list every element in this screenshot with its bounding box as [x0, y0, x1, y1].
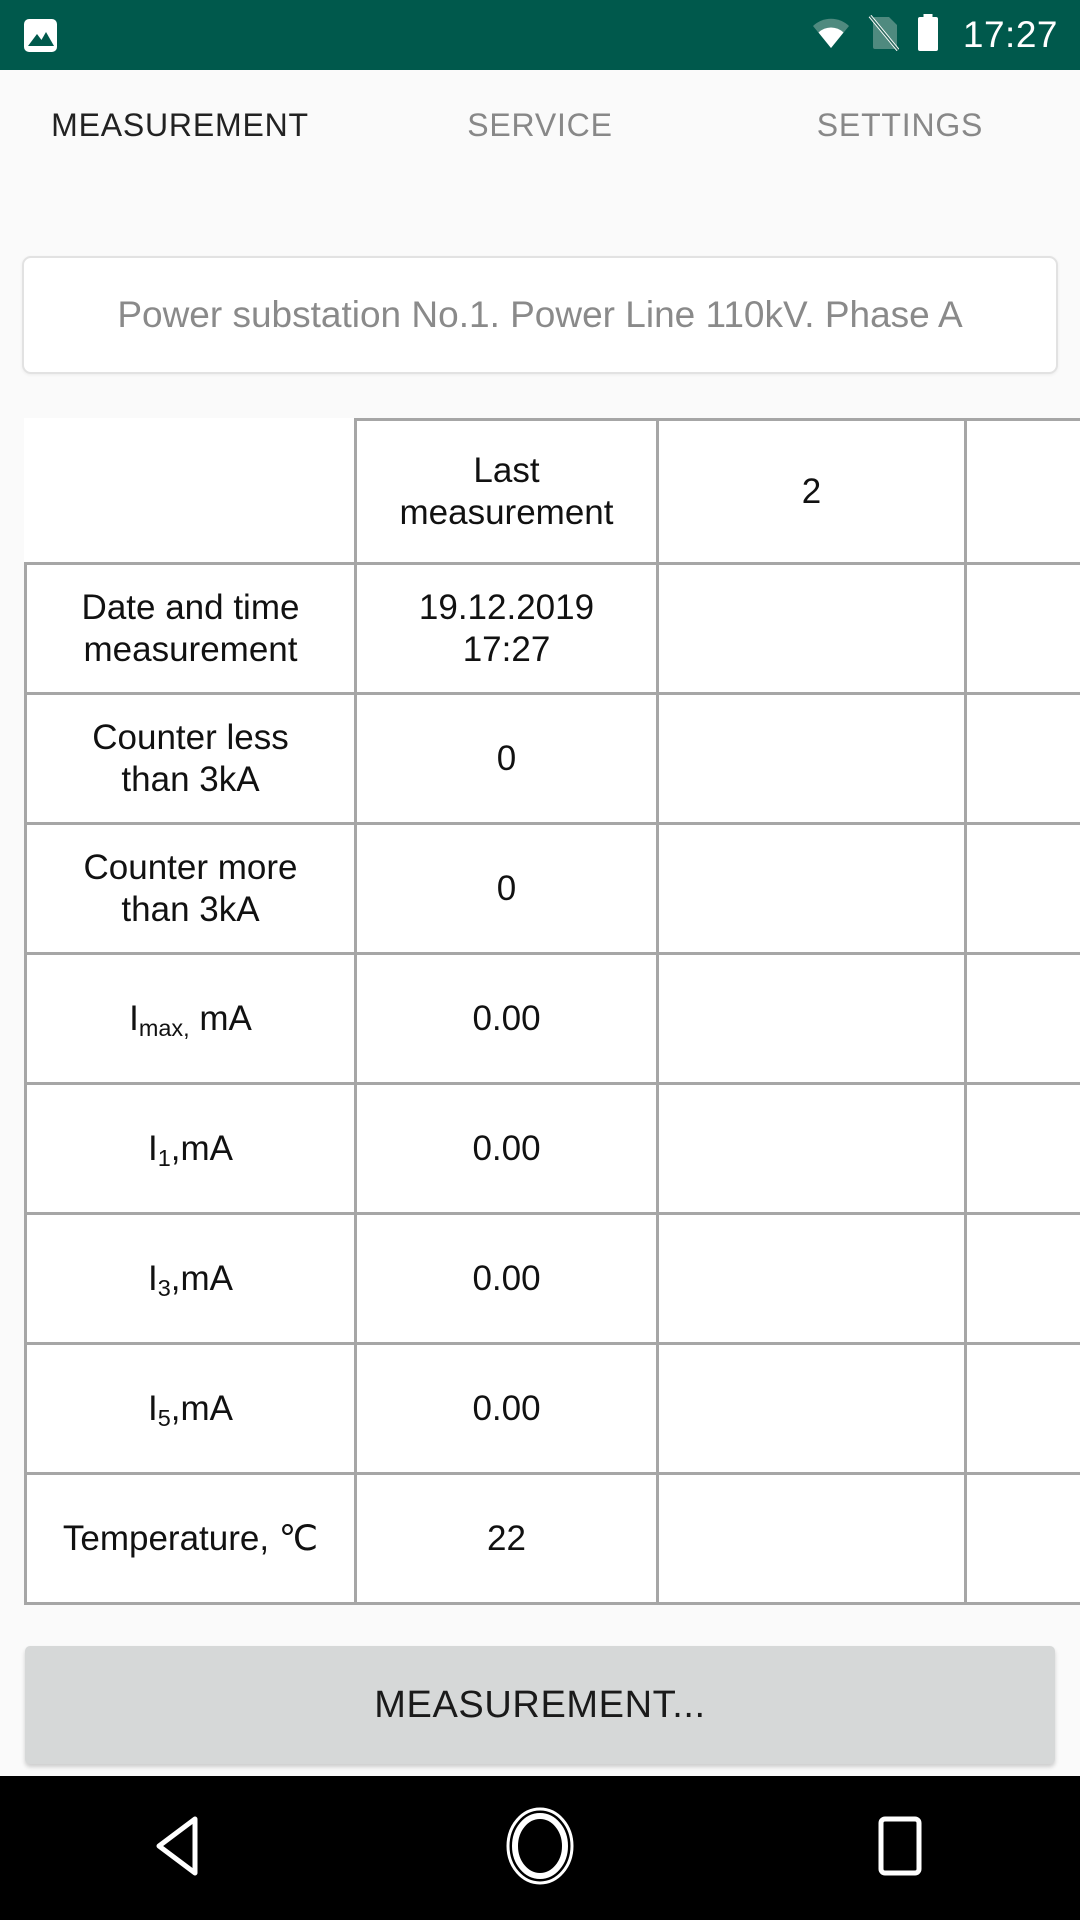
app-screen: 17:27 MEASUREMENT SERVICE SETTINGS Power… [0, 0, 1080, 1920]
status-bar: 17:27 [0, 0, 1080, 70]
row-value-col2 [656, 1342, 967, 1475]
header-cell-last-measurement: Last measurement [354, 418, 659, 565]
status-bar-notifications [24, 18, 57, 52]
home-circle-icon [500, 1802, 580, 1895]
wifi-icon [811, 17, 851, 54]
row-value-col3 [964, 562, 1080, 695]
recents-square-icon [872, 1814, 928, 1883]
row-label: Imax, mA [24, 952, 357, 1085]
android-navigation-bar [0, 1776, 1080, 1920]
tab-settings[interactable]: SETTINGS [720, 107, 1080, 144]
table-row: Temperature, ℃ 22 [24, 1472, 1080, 1605]
row-label: I3,mA [24, 1212, 357, 1345]
status-bar-clock: 17:27 [962, 14, 1058, 55]
table-row: Counter more than 3kA 0 [24, 822, 1080, 955]
row-value-col2 [656, 1212, 967, 1345]
row-value-last: 0.00 [354, 1082, 659, 1215]
tab-service[interactable]: SERVICE [360, 107, 720, 144]
battery-icon [915, 13, 941, 57]
row-value-col3 [964, 1082, 1080, 1215]
row-value-col3 [964, 1472, 1080, 1605]
nav-recents-button[interactable] [720, 1776, 1080, 1920]
nav-home-button[interactable] [360, 1776, 720, 1920]
row-value-col3 [964, 692, 1080, 825]
row-value-col2 [656, 692, 967, 825]
row-value-last: 0.00 [354, 1342, 659, 1475]
row-label: Date and time measurement [24, 562, 357, 695]
measurement-table: Last measurement 2 Date and time measurem… [24, 418, 1080, 1605]
back-triangle-icon [151, 1814, 209, 1883]
table-row: Counter less than 3kA 0 [24, 692, 1080, 825]
row-value-last: 22 [354, 1472, 659, 1605]
row-value-col3 [964, 1342, 1080, 1475]
row-label: Counter more than 3kA [24, 822, 357, 955]
measurement-button[interactable]: MEASUREMENT... [25, 1646, 1055, 1764]
table-row: I3,mA 0.00 [24, 1212, 1080, 1345]
row-value-col3 [964, 952, 1080, 1085]
row-value-last: 0 [354, 822, 659, 955]
measurement-table-container: Last measurement 2 Date and time measurem… [24, 418, 1080, 1605]
row-value-col2 [656, 822, 967, 955]
header-cell-blank [25, 419, 357, 565]
row-value-last: 0.00 [354, 952, 659, 1085]
table-row: I5,mA 0.00 [24, 1342, 1080, 1475]
row-value-col2 [656, 1472, 967, 1605]
tab-measurement[interactable]: MEASUREMENT [0, 107, 360, 144]
row-label: Temperature, ℃ [24, 1472, 357, 1605]
table-header-row: Last measurement 2 [25, 418, 1080, 565]
nav-back-button[interactable] [0, 1776, 360, 1920]
row-value-col2 [656, 952, 967, 1085]
row-value-col2 [656, 562, 967, 695]
row-label: Counter less than 3kA [24, 692, 357, 825]
image-icon [24, 18, 57, 52]
object-name-input[interactable]: Power substation No.1. Power Line 110kV.… [22, 256, 1058, 374]
row-value-last: 0.00 [354, 1212, 659, 1345]
header-cell-column-3 [964, 418, 1080, 565]
table-row: I1,mA 0.00 [24, 1082, 1080, 1215]
row-value-col3 [964, 822, 1080, 955]
row-value-last: 19.12.2019 17:27 [354, 562, 659, 695]
table-row: Imax, mA 0.00 [24, 952, 1080, 1085]
row-label: I5,mA [24, 1342, 357, 1475]
no-sim-icon [867, 14, 900, 56]
header-cell-column-2: 2 [656, 418, 967, 565]
row-value-col3 [964, 1212, 1080, 1345]
row-value-last: 0 [354, 692, 659, 825]
table-row: Date and time measurement 19.12.2019 17:27 [24, 562, 1080, 695]
row-value-col2 [656, 1082, 967, 1215]
status-bar-system-icons: 17:27 [811, 13, 1058, 57]
row-label: I1,mA [24, 1082, 357, 1215]
tab-bar: MEASUREMENT SERVICE SETTINGS [0, 70, 1080, 180]
